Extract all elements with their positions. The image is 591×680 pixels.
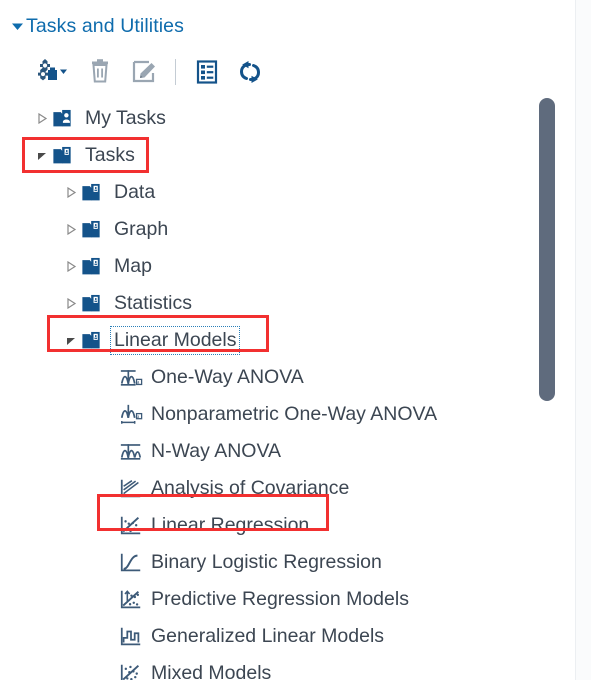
folder-locked-icon — [53, 146, 71, 163]
expand-arrow-closed-icon[interactable] — [62, 221, 80, 239]
tree-item-linear-models[interactable]: Linear Models — [0, 322, 545, 359]
expand-arrow-open-icon[interactable] — [33, 147, 51, 165]
new-task-icon — [38, 59, 57, 81]
folder-locked-icon — [80, 291, 106, 317]
one-way-anova-icon: a — [119, 365, 143, 391]
nonparametric-anova-icon: a — [120, 404, 143, 424]
folder-locked-icon — [80, 217, 106, 243]
tree-item-generalized-linear-models[interactable]: Generalized Linear Models — [0, 618, 545, 655]
refresh-icon — [239, 61, 261, 83]
vertical-scrollbar-track[interactable] — [535, 0, 559, 680]
tree-item-label: Mixed Models — [151, 662, 272, 680]
tree-item-mixed-models[interactable]: Mixed Models — [0, 655, 545, 680]
logistic-regression-icon — [119, 550, 143, 576]
tasks-and-utilities-panel: Tasks and Utilities My Tasks Tasks Data … — [0, 0, 575, 680]
tree-item-binary-logistic-regression[interactable]: Binary Logistic Regression — [0, 544, 545, 581]
expand-arrow-closed-icon[interactable] — [62, 295, 80, 313]
folder-locked-icon — [82, 183, 100, 200]
caret-down-icon[interactable] — [0, 20, 26, 33]
new-task-button[interactable] — [26, 54, 78, 90]
mixed-models-icon — [120, 664, 140, 680]
tree-item-my-tasks[interactable]: My Tasks — [0, 100, 545, 137]
tree-item-analysis-of-covariance[interactable]: Analysis of Covariance — [0, 470, 545, 507]
tree-item-label: Predictive Regression Models — [151, 588, 409, 611]
expand-arrow-closed-icon[interactable] — [62, 258, 80, 276]
expand-arrow-open-icon[interactable] — [62, 332, 80, 350]
edit-button[interactable] — [122, 54, 166, 90]
folder-locked-icon — [82, 331, 100, 348]
tree-item-nonparametric-one-way-anova[interactable]: a Nonparametric One-Way ANOVA — [0, 396, 545, 433]
properties-button[interactable] — [185, 54, 229, 90]
linear-regression-icon — [119, 513, 143, 539]
tree-item-label: Analysis of Covariance — [151, 477, 350, 500]
properties-list-icon — [196, 60, 218, 84]
folder-locked-icon — [82, 220, 100, 237]
folder-locked-icon — [82, 294, 100, 311]
toolbar — [26, 52, 271, 92]
tree-item-label: Nonparametric One-Way ANOVA — [151, 403, 438, 426]
n-way-anova-icon — [119, 439, 143, 465]
tree-item-label: Generalized Linear Models — [151, 625, 385, 648]
predictive-regression-icon — [120, 589, 141, 608]
tree-item-label: My Tasks — [85, 107, 166, 130]
ancova-icon — [120, 479, 141, 497]
tree-item-tasks[interactable]: Tasks — [0, 137, 545, 174]
task-tree: My Tasks Tasks Data Graph Map Statistics Linea… — [0, 100, 545, 680]
tree-item-label: Linear Regression — [151, 514, 310, 537]
logistic-regression-icon — [120, 553, 141, 571]
folder-locked-icon — [80, 328, 106, 354]
ancova-icon — [119, 476, 143, 502]
linear-regression-icon — [120, 516, 141, 534]
folder-locked-icon — [80, 254, 106, 280]
refresh-button[interactable] — [229, 54, 271, 90]
generalized-linear-icon — [119, 624, 143, 650]
folder-locked-icon — [82, 257, 100, 274]
tree-item-label: Tasks — [85, 144, 135, 167]
tree-item-label: One-Way ANOVA — [151, 366, 304, 389]
tree-item-label: Graph — [114, 218, 169, 241]
panel-right-edge — [575, 0, 591, 680]
tree-item-n-way-anova[interactable]: N-Way ANOVA — [0, 433, 545, 470]
folder-locked-icon — [80, 180, 106, 206]
tree-item-one-way-anova[interactable]: a One-Way ANOVA — [0, 359, 545, 396]
expand-arrow-closed-icon[interactable] — [62, 184, 80, 202]
predictive-regression-icon — [119, 587, 143, 613]
one-way-anova-icon: a — [120, 369, 143, 385]
tree-item-label: N-Way ANOVA — [151, 440, 282, 463]
tree-item-predictive-regression-models[interactable]: Predictive Regression Models — [0, 581, 545, 618]
trash-icon — [92, 59, 108, 83]
tree-item-map[interactable]: Map — [0, 248, 545, 285]
tree-item-label: Data — [114, 181, 156, 204]
folder-user-icon — [51, 106, 77, 132]
edit-pencil-icon — [132, 60, 155, 83]
vertical-scrollbar-thumb[interactable] — [539, 98, 555, 401]
delete-button[interactable] — [78, 54, 122, 90]
expand-arrow-closed-icon[interactable] — [33, 110, 51, 128]
folder-user-icon — [53, 109, 71, 126]
n-way-anova-icon — [120, 443, 142, 460]
tree-item-data[interactable]: Data — [0, 174, 545, 211]
tree-item-label: Map — [114, 255, 152, 278]
tree-item-linear-regression[interactable]: Linear Regression — [0, 507, 545, 544]
tree-item-label: Binary Logistic Regression — [151, 551, 382, 574]
tree-item-statistics[interactable]: Statistics — [0, 285, 545, 322]
panel-header[interactable]: Tasks and Utilities — [0, 11, 184, 41]
folder-locked-icon — [51, 143, 77, 169]
page-title: Tasks and Utilities — [26, 14, 184, 37]
generalized-linear-icon — [120, 627, 141, 645]
tree-item-label: Statistics — [114, 292, 193, 315]
tree-item-label: Linear Models — [109, 326, 241, 355]
chevron-down-icon — [60, 69, 67, 74]
nonparametric-anova-icon: a — [119, 402, 143, 428]
mixed-models-icon — [119, 661, 143, 680]
toolbar-separator — [175, 59, 176, 85]
tree-item-graph[interactable]: Graph — [0, 211, 545, 248]
